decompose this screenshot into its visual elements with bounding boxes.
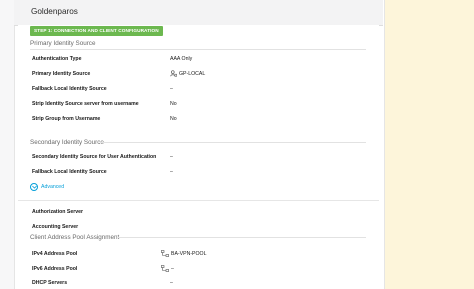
network-pool-icon [161, 265, 169, 272]
label-primary-identity-source: Primary Identity Source [32, 71, 91, 77]
label-ipv4-address-pool: IPv4 Address Pool [32, 251, 78, 257]
label-authorization-server: Authorization Server [32, 209, 84, 215]
section-divider [30, 49, 366, 50]
section-title-pool: Client Address Pool Assignment [30, 234, 120, 241]
label-strip-group-from-username: Strip Group from Username [32, 116, 101, 122]
value-authentication-type: AAA Only [170, 56, 193, 62]
label-fallback-local-identity-source: Fallback Local Identity Source [32, 86, 107, 92]
label-strip-identity-source-server: Strip Identity Source server from userna… [32, 101, 139, 107]
label-accounting-server: Accounting Server [32, 224, 79, 230]
identity-source-icon [170, 70, 177, 77]
value-secondary-fallback-local-identity-source: – [170, 169, 173, 175]
label-secondary-fallback-local-identity-source: Fallback Local Identity Source [32, 169, 107, 175]
section-divider [18, 200, 379, 201]
label-authentication-type: Authentication Type [32, 56, 82, 62]
value-ipv6-address-pool: – [161, 265, 174, 272]
chevron-down-icon [30, 183, 38, 191]
value-fallback-local-identity-source: – [170, 86, 173, 92]
right-background-strip [382, 0, 474, 289]
value-ipv4-address-pool: BA-VPN-POOL [161, 250, 206, 257]
section-title-primary: Primary Identity Source [30, 40, 96, 47]
section-divider [118, 237, 366, 238]
label-secondary-identity-source: Secondary Identity Source for User Authe… [32, 154, 157, 160]
section-divider [100, 142, 366, 143]
label-dhcp-servers: DHCP Servers [32, 280, 68, 286]
value-primary-identity-source: GP-LOCAL [170, 70, 205, 77]
value-strip-identity-source-server: No [170, 101, 177, 107]
panel-header: Goldenparos [14, 0, 383, 26]
label-ipv6-address-pool: IPv6 Address Pool [32, 266, 78, 272]
value-strip-group-from-username: No [170, 116, 177, 122]
page-title: Goldenparos [31, 7, 78, 16]
advanced-toggle[interactable]: Advanced [30, 183, 64, 191]
value-dhcp-servers: – [170, 280, 173, 286]
network-pool-icon [161, 250, 169, 257]
value-secondary-identity-source: – [170, 154, 173, 160]
step-badge: STEP 1: CONNECTION AND CLIENT CONFIGURAT… [30, 26, 163, 36]
advanced-label: Advanced [41, 184, 65, 190]
section-title-secondary: Secondary Identity Source [30, 139, 104, 146]
